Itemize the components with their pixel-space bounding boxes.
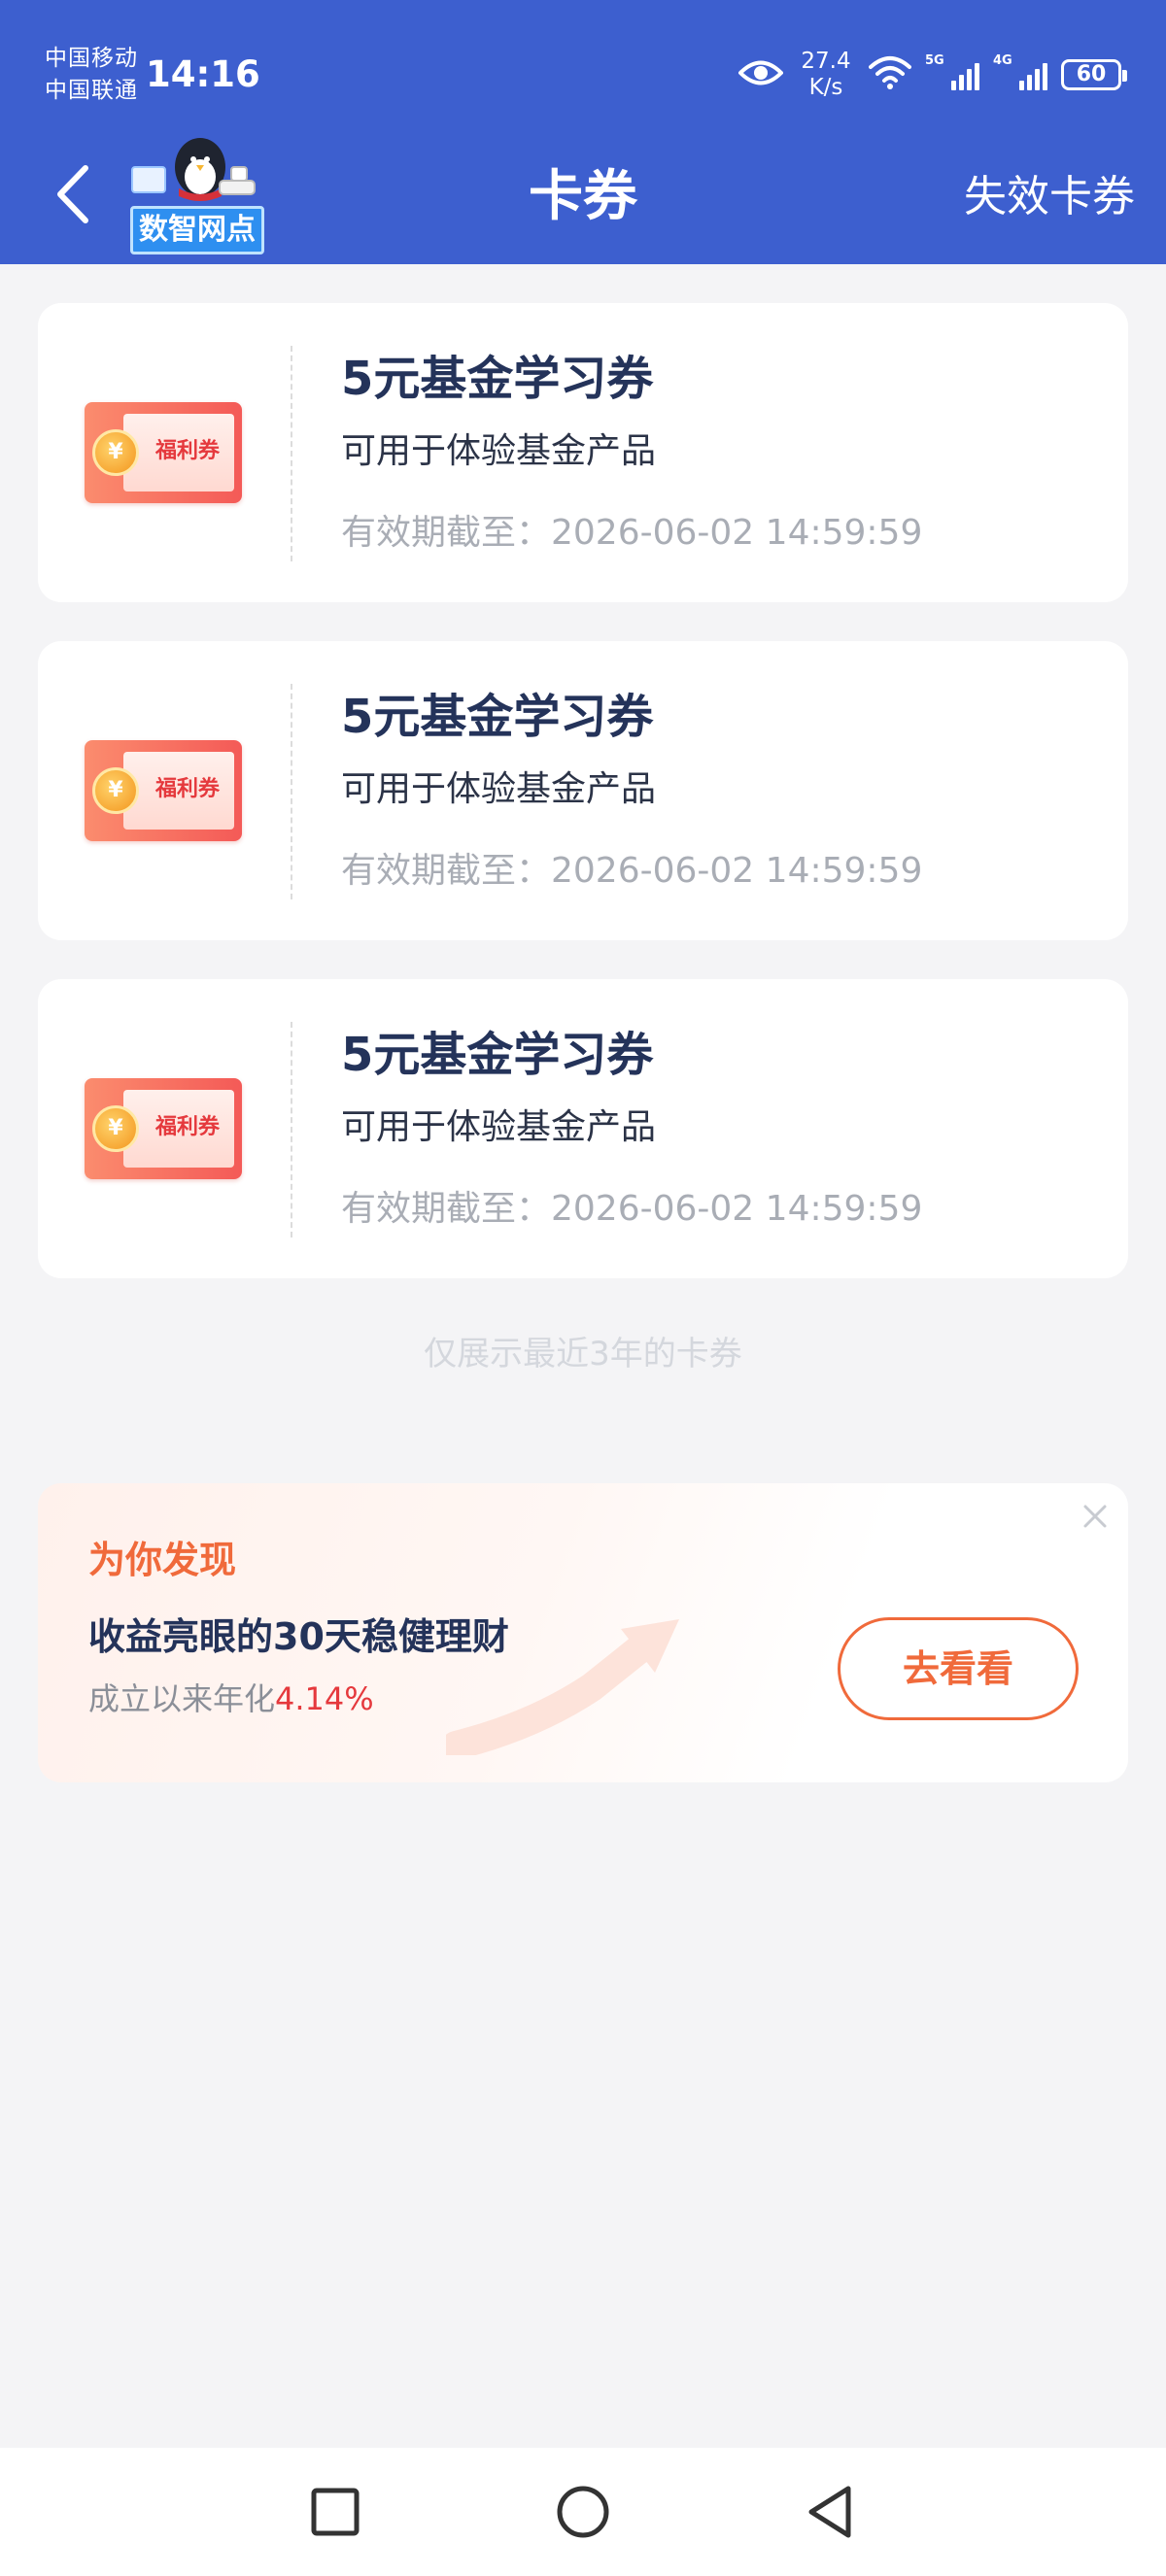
status-time: 14:16 bbox=[146, 53, 260, 95]
coupon-card[interactable]: 福利券 5元基金学习券 可用于体验基金产品 有效期截至：2026-06-02 1… bbox=[38, 979, 1128, 1278]
carrier-2: 中国联通 bbox=[45, 78, 138, 103]
coin-icon bbox=[92, 1105, 139, 1152]
signal-bars bbox=[951, 63, 979, 90]
coupon-card[interactable]: 福利券 5元基金学习券 可用于体验基金产品 有效期截至：2026-06-02 1… bbox=[38, 641, 1128, 940]
recommendation-card[interactable]: 为你发现 收益亮眼的30天稳健理财 成立以来年化4.14% 去看看 bbox=[38, 1483, 1128, 1782]
coupon-title: 5元基金学习券 bbox=[341, 690, 654, 744]
penguin-mascot-icon bbox=[131, 138, 256, 201]
dashed-divider bbox=[291, 1022, 292, 1237]
recommendation-tag: 为你发现 bbox=[88, 1534, 237, 1586]
coupon-list: 福利券 5元基金学习券 可用于体验基金产品 有效期截至：2026-06-02 1… bbox=[38, 303, 1128, 1317]
page-title: 卡券 bbox=[529, 165, 637, 228]
signal-bars bbox=[1019, 63, 1047, 90]
triangle-back-icon[interactable] bbox=[802, 2483, 860, 2541]
coupon-card[interactable]: 福利券 5元基金学习券 可用于体验基金产品 有效期截至：2026-06-02 1… bbox=[38, 303, 1128, 602]
app-header: 中国移动 中国联通 14:16 27.4 K/s 5G 4G 60 数智网点 卡… bbox=[0, 0, 1166, 264]
coupon-title: 5元基金学习券 bbox=[341, 352, 654, 406]
coupon-expiry: 有效期截至：2026-06-02 14:59:59 bbox=[341, 1189, 923, 1229]
coupon-ticket-icon: 福利券 bbox=[85, 740, 242, 841]
system-nav-bar bbox=[0, 2448, 1166, 2576]
coupon-description: 可用于体验基金产品 bbox=[341, 431, 657, 471]
net-speed-unit: K/s bbox=[808, 75, 843, 100]
close-icon[interactable] bbox=[1080, 1501, 1111, 1532]
coupon-description: 可用于体验基金产品 bbox=[341, 769, 657, 809]
logo: 数智网点 bbox=[126, 128, 268, 256]
coupon-title: 5元基金学习券 bbox=[341, 1028, 654, 1082]
chevron-left-icon bbox=[57, 165, 88, 223]
list-footnote: 仅展示最近3年的卡券 bbox=[424, 1335, 742, 1373]
expired-coupons-link[interactable]: 失效卡券 bbox=[964, 165, 1135, 229]
coupon-badge: 福利券 bbox=[154, 439, 220, 463]
net-speed-value: 27.4 bbox=[801, 49, 851, 74]
annualized-rate: 4.14% bbox=[275, 1680, 374, 1717]
battery-icon: 60 bbox=[1061, 59, 1127, 90]
view-button[interactable]: 去看看 bbox=[838, 1617, 1079, 1720]
carrier-1: 中国移动 bbox=[45, 46, 138, 71]
coupon-description: 可用于体验基金产品 bbox=[341, 1107, 657, 1147]
signal-icon-sim2: 4G bbox=[993, 53, 1047, 94]
coupon-expiry: 有效期截至：2026-06-02 14:59:59 bbox=[341, 851, 923, 891]
coupon-ticket-icon: 福利券 bbox=[85, 1078, 242, 1179]
coupon-ticket-icon: 福利券 bbox=[85, 402, 242, 503]
coin-icon bbox=[92, 429, 139, 476]
net-speed: 27.4 K/s bbox=[797, 49, 855, 101]
coupon-expiry: 有效期截至：2026-06-02 14:59:59 bbox=[341, 513, 923, 553]
carrier-labels: 中国移动 中国联通 bbox=[45, 43, 138, 107]
status-icons: 27.4 K/s 5G 4G 60 bbox=[737, 43, 1127, 107]
signal-icon-sim1: 5G bbox=[925, 53, 979, 94]
back-button[interactable] bbox=[43, 157, 101, 231]
coin-icon bbox=[92, 767, 139, 814]
dashed-divider bbox=[291, 684, 292, 899]
sim2-label: 4G bbox=[993, 53, 1012, 68]
dashed-divider bbox=[291, 346, 292, 561]
recommendation-subtext: 成立以来年化4.14% bbox=[88, 1676, 374, 1722]
sim1-label: 5G bbox=[925, 53, 944, 68]
coupon-badge: 福利券 bbox=[154, 1115, 220, 1139]
status-bar: 中国移动 中国联通 14:16 27.4 K/s 5G 4G 60 bbox=[0, 0, 1166, 146]
recommendation-sub-prefix: 成立以来年化 bbox=[88, 1680, 276, 1717]
logo-text: 数智网点 bbox=[130, 206, 264, 254]
wifi-icon bbox=[869, 55, 911, 94]
eye-icon bbox=[737, 58, 784, 91]
square-recents-icon[interactable] bbox=[306, 2483, 364, 2541]
coupon-badge: 福利券 bbox=[154, 777, 220, 801]
recommendation-headline: 收益亮眼的30天稳健理财 bbox=[88, 1615, 509, 1658]
circle-home-icon[interactable] bbox=[554, 2483, 612, 2541]
